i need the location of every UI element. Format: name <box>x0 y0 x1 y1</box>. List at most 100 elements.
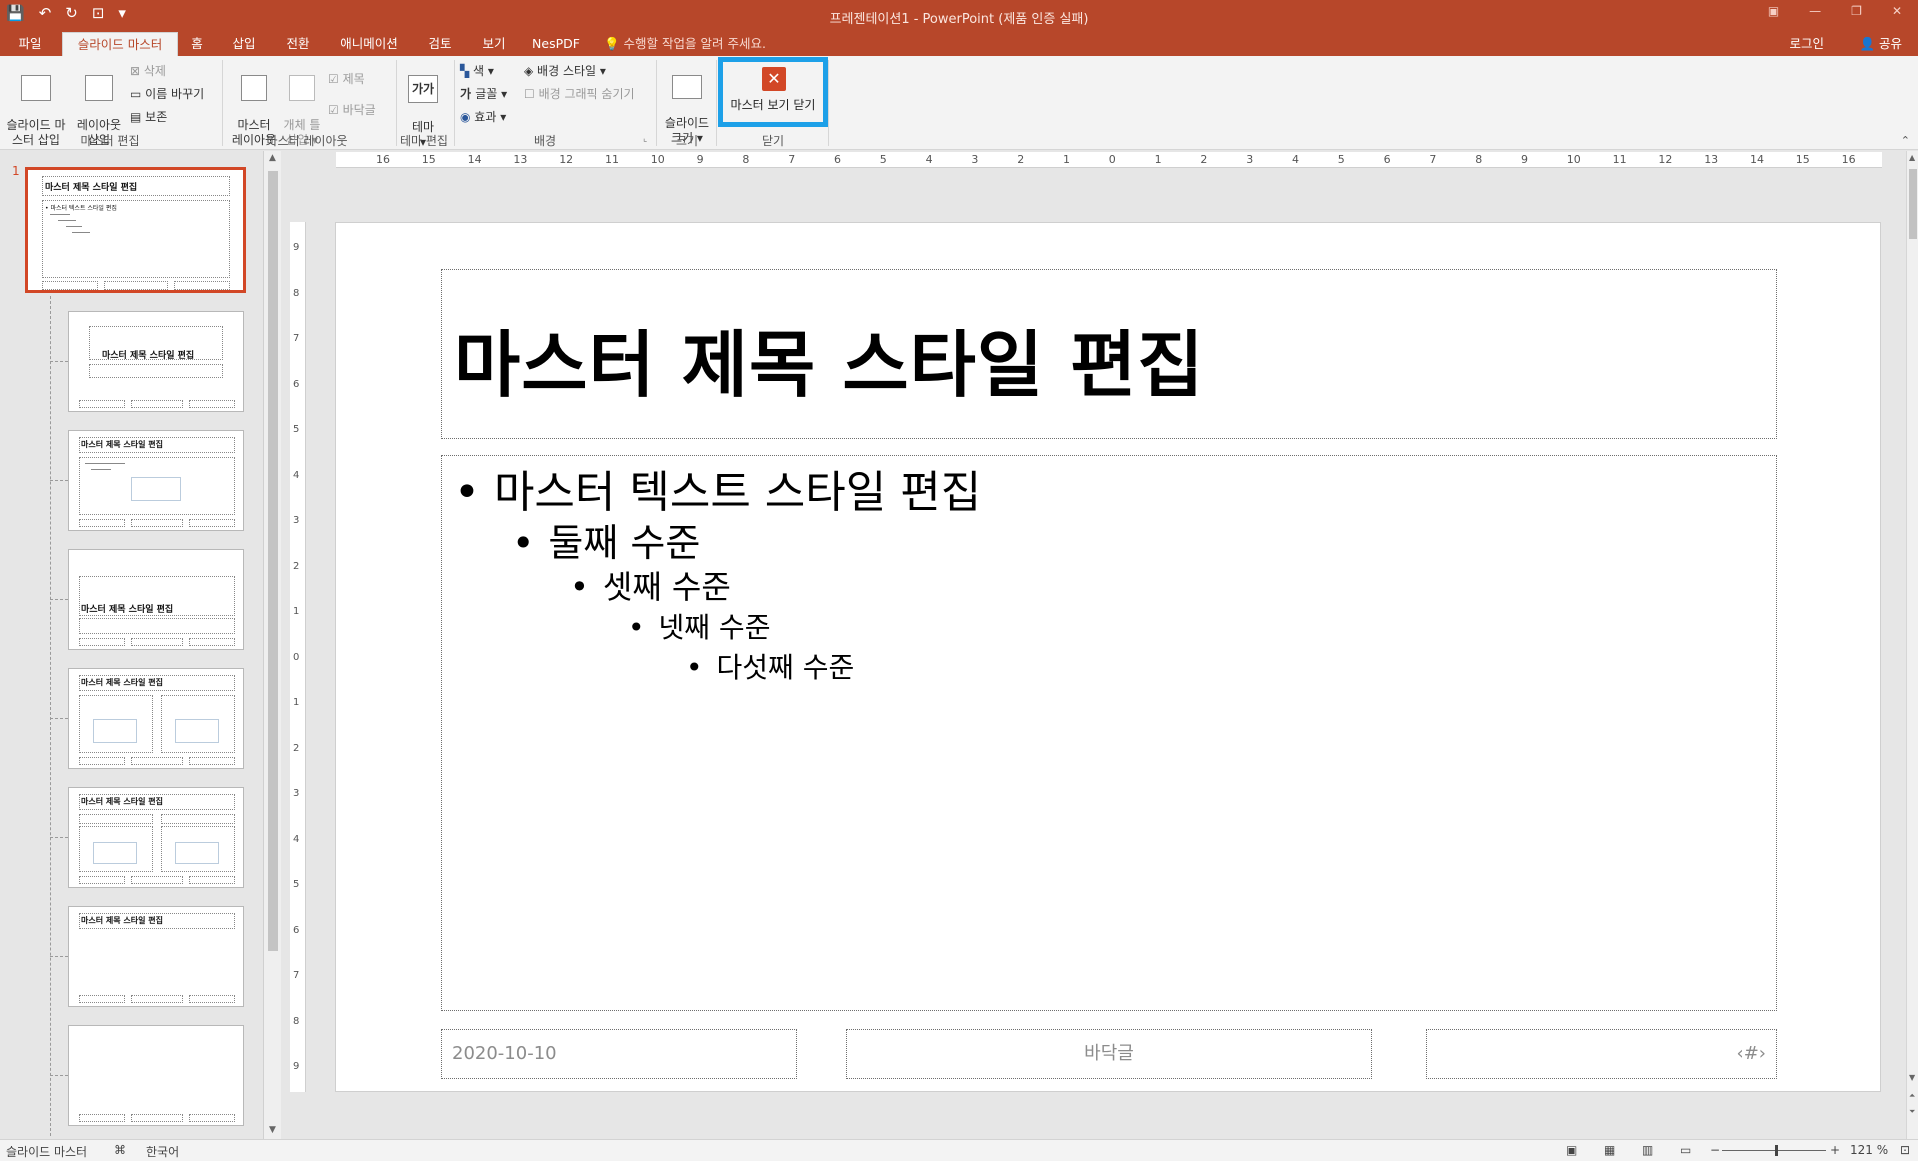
thumb-left-header <box>79 814 153 824</box>
thumbnail-slide-master[interactable]: 마스터 제목 스타일 편집 • 마스터 텍스트 스타일 편집 <box>25 167 246 293</box>
tab-review[interactable]: 검토 <box>420 32 460 56</box>
close-window-icon[interactable]: ✕ <box>1892 4 1902 18</box>
ruler-tick-label: 11 <box>605 153 619 166</box>
fit-to-window-icon[interactable]: ⊡ <box>1900 1143 1910 1157</box>
title-checkbox[interactable]: ☑ 제목 <box>328 70 365 87</box>
restore-icon[interactable]: ❐ <box>1851 4 1862 18</box>
next-slide-icon[interactable]: ⏷ <box>1909 1107 1915 1117</box>
master-title-text[interactable]: 마스터 제목 스타일 편집 <box>454 306 1205 411</box>
preserve-button[interactable]: ▤ 보존 <box>130 108 167 125</box>
zoom-slider[interactable] <box>1722 1150 1826 1151</box>
thumb-date-box <box>79 757 125 765</box>
footer-placeholder[interactable]: 바닥글 <box>846 1029 1372 1079</box>
rename-label: 이름 바꾸기 <box>145 87 205 101</box>
login-link[interactable]: 로그인 <box>1789 32 1824 56</box>
date-placeholder[interactable]: 2020-10-10 <box>441 1029 797 1079</box>
bullet: • <box>628 611 645 644</box>
tab-transitions[interactable]: 전환 <box>278 32 318 56</box>
scrollbar-thumb[interactable] <box>268 171 278 951</box>
slideshow-icon[interactable]: ▭ <box>1680 1143 1691 1157</box>
tab-nespdf[interactable]: NesPDF <box>528 32 584 56</box>
ruler-tick-label: 3 <box>293 788 300 799</box>
thumbnail-layout-title-content[interactable]: 마스터 제목 스타일 편집 <box>68 430 244 531</box>
thumb-title: 마스터 제목 스타일 편집 <box>102 351 195 361</box>
reading-view-icon[interactable]: ▥ <box>1642 1143 1653 1157</box>
language-label[interactable]: 한국어 <box>146 1143 179 1160</box>
scroll-up-icon[interactable]: ▲ <box>269 153 276 163</box>
slide-master-canvas[interactable]: 마스터 제목 스타일 편집 • 마스터 텍스트 스타일 편집 • 둘째 수준 • 셋째… <box>335 222 1881 1092</box>
footer-checkbox[interactable]: ☑ 바닥글 <box>328 101 376 118</box>
scrollbar-thumb[interactable] <box>1909 169 1917 239</box>
fonts-button[interactable]: 가 글꼴 ▾ <box>460 85 507 102</box>
share-button[interactable]: 👤 공유 <box>1859 32 1902 56</box>
thumb-subtitle-box <box>89 364 223 378</box>
tab-home[interactable]: 홈 <box>182 32 212 56</box>
spell-check-icon[interactable]: ⌘ <box>114 1143 126 1157</box>
zoom-level[interactable]: 121 % <box>1850 1143 1888 1157</box>
scroll-down-icon[interactable]: ▼ <box>1909 1073 1915 1082</box>
zoom-slider-thumb[interactable] <box>1775 1145 1778 1156</box>
tab-view[interactable]: 보기 <box>474 32 514 56</box>
thumbnail-layout-section-header[interactable]: 마스터 제목 스타일 편집 <box>68 549 244 650</box>
thumb-number-box <box>174 281 230 290</box>
slide-sorter-icon[interactable]: ▦ <box>1604 1143 1615 1157</box>
insert-slide-master-label: 슬라이드 마 스터 삽입 <box>6 118 66 147</box>
thumbnail-layout-title-only[interactable]: 마스터 제목 스타일 편집 <box>68 906 244 1007</box>
thumbnail-layout-two-content[interactable]: 마스터 제목 스타일 편집 <box>68 668 244 769</box>
thumbnail-layout-blank[interactable] <box>68 1025 244 1126</box>
ruler-tick-label: 5 <box>293 879 300 890</box>
slide-scrollbar[interactable]: ▲ ▼ ⏶ ⏷ <box>1906 151 1918 1139</box>
thumb-number-box <box>189 400 235 408</box>
minimize-icon[interactable]: — <box>1809 4 1821 18</box>
scroll-up-icon[interactable]: ▲ <box>1909 153 1915 162</box>
effects-button[interactable]: ◉ 효과 ▾ <box>460 108 506 125</box>
zoom-in-button[interactable]: + <box>1830 1143 1840 1157</box>
body-level-1-text: 마스터 텍스트 스타일 편집 <box>493 467 982 518</box>
slide-size-icon <box>672 75 702 99</box>
previous-slide-icon[interactable]: ⏶ <box>1909 1091 1915 1101</box>
delete-label: 삭제 <box>143 64 166 78</box>
title-placeholder[interactable]: 마스터 제목 스타일 편집 <box>441 269 1777 439</box>
thumbnail-layout-title-slide[interactable]: 마스터 제목 스타일 편집 <box>68 311 244 412</box>
ruler-tick-label: 5 <box>1337 153 1345 166</box>
close-master-view-button[interactable]: ✕ 마스터 보기 닫기 <box>718 57 828 127</box>
body-level-1[interactable]: • 마스터 텍스트 스타일 편집 <box>454 456 981 520</box>
dialog-launcher-icon[interactable]: ⌞ <box>643 134 647 144</box>
thumb-content-icons <box>93 842 137 864</box>
slide-number: 1 <box>12 164 20 178</box>
tab-slide-master[interactable]: 슬라이드 마스터 <box>62 32 178 56</box>
person-icon: 👤 <box>1859 36 1879 51</box>
thumb-content-icons <box>93 719 137 743</box>
scroll-down-icon[interactable]: ▼ <box>269 1125 276 1135</box>
collapse-ribbon-icon[interactable]: ⌃ <box>1901 134 1910 147</box>
lightbulb-icon: 💡 <box>604 36 624 51</box>
zoom-out-button[interactable]: − <box>1710 1143 1720 1157</box>
body-level-2[interactable]: • 둘째 수준 <box>512 512 700 567</box>
delete-button[interactable]: ⊠ 삭제 <box>130 62 166 79</box>
bullet: • <box>686 651 703 684</box>
slide-thumbnail-pane[interactable]: 1 마스터 제목 스타일 편집 • 마스터 텍스트 스타일 편집 마스터 제목 … <box>0 151 265 1139</box>
body-level-4[interactable]: • 넷째 수준 <box>628 606 770 646</box>
tab-file[interactable]: 파일 <box>8 32 52 56</box>
body-placeholder[interactable]: • 마스터 텍스트 스타일 편집 • 둘째 수준 • 셋째 수준 • 넷째 수준 • 다섯… <box>441 455 1777 1011</box>
normal-view-icon[interactable]: ▣ <box>1566 1143 1577 1157</box>
thumbnail-layout-comparison[interactable]: 마스터 제목 스타일 편집 <box>68 787 244 888</box>
ruler-tick-label: 7 <box>293 333 300 344</box>
tab-insert[interactable]: 삽입 <box>224 32 264 56</box>
layout-connector <box>50 718 68 719</box>
body-level-5[interactable]: • 다섯째 수준 <box>686 646 854 686</box>
thumb-bullet-line <box>72 232 90 233</box>
insert-slide-master-button[interactable]: 슬라이드 마 스터 삽입 <box>4 60 68 148</box>
thumbnail-scrollbar[interactable]: ▲ ▼ <box>263 151 281 1139</box>
body-level-2-text: 둘째 수준 <box>548 521 701 565</box>
tell-me-search[interactable]: 💡 수행할 작업을 알려 주세요. <box>604 32 766 56</box>
body-level-3[interactable]: • 셋째 수준 <box>570 562 731 608</box>
tab-animations[interactable]: 애니메이션 <box>332 32 406 56</box>
ribbon-display-options-icon[interactable]: ▣ <box>1768 4 1779 18</box>
colors-button[interactable]: ▚ 색 ▾ <box>460 62 494 79</box>
background-styles-button[interactable]: ◈ 배경 스타일 ▾ <box>524 62 606 79</box>
ruler-tick-label: 12 <box>1658 153 1673 166</box>
rename-button[interactable]: ▭ 이름 바꾸기 <box>130 85 204 102</box>
hide-background-graphics-checkbox[interactable]: ☐ 배경 그래픽 숨기기 <box>524 85 635 102</box>
slide-number-placeholder[interactable]: ‹#› <box>1426 1029 1777 1079</box>
